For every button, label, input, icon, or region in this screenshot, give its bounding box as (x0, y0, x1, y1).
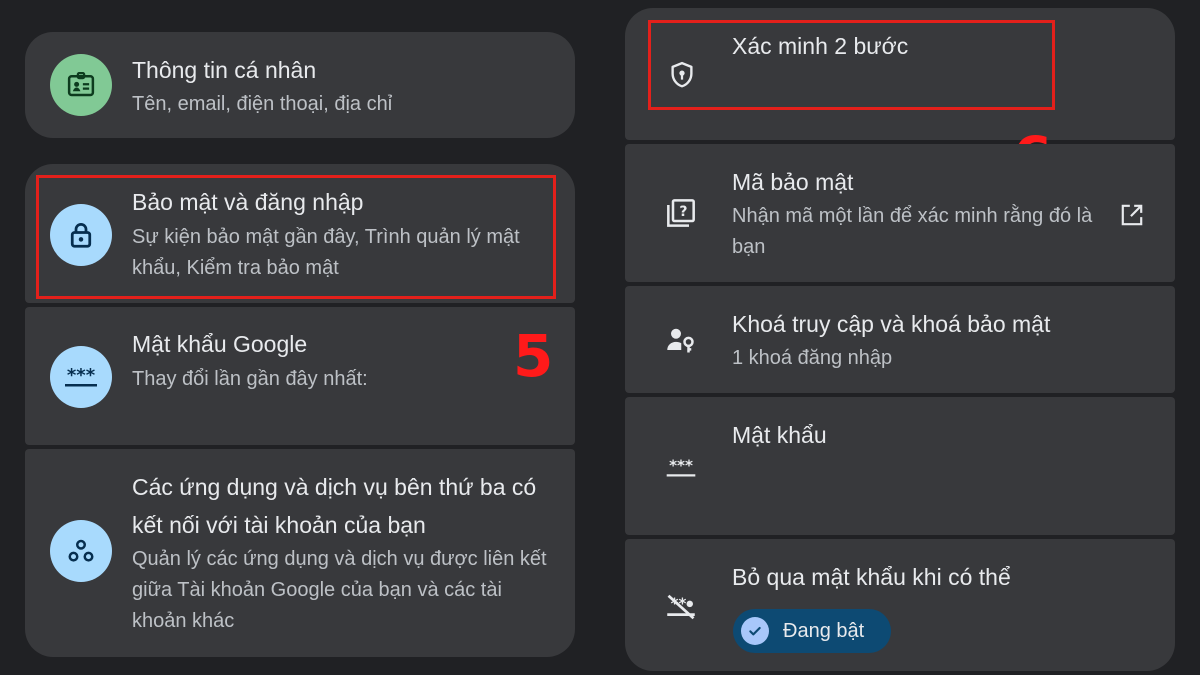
skip-password-icon-wrap: ** (664, 590, 698, 624)
svg-text:***: *** (669, 457, 693, 475)
status-badge-label: Đang bật (783, 619, 865, 642)
personal-info-title: Thông tin cá nhân (132, 57, 317, 83)
google-password-icon-circle: *** (50, 346, 112, 408)
skip-password-card[interactable] (625, 539, 1175, 671)
passkeys-subtitle: 1 khoá đăng nhập (732, 347, 893, 369)
passkeys-icon-wrap (664, 323, 698, 357)
open-external-button[interactable] (1115, 198, 1149, 232)
security-code-subtitle: Nhận mã một lần để xác minh rằng đó là b… (732, 205, 1093, 258)
skip-password-icon: ** (667, 594, 695, 620)
security-signin-subtitle: Sự kiện bảo mật gần đây, Trình quản lý m… (132, 226, 520, 279)
password-dots-icon: *** (666, 457, 696, 477)
passkeys-card[interactable] (625, 286, 1175, 393)
password-card[interactable] (625, 397, 1175, 535)
id-card-icon (67, 72, 95, 97)
google-password-title: Mật khẩu Google (132, 331, 308, 357)
passkeys-title: Khoá truy cập và khoá bảo mật (732, 311, 1051, 337)
person-key-icon (667, 328, 694, 353)
google-password-subtitle: Thay đổi lần gần đây nhất: (132, 368, 368, 390)
two-step-title: Xác minh 2 bước (732, 33, 909, 59)
password-dots-icon: *** (65, 365, 97, 387)
two-step-icon-wrap (665, 58, 699, 92)
third-party-icon-circle (50, 520, 112, 582)
svg-text:?: ? (679, 204, 687, 220)
connected-apps-icon (68, 539, 94, 562)
status-badge-on: Đang bật (733, 609, 891, 653)
question-code-icon: ? (667, 199, 695, 227)
password-title: Mật khẩu (732, 422, 827, 448)
step-5-label: 5 (513, 322, 554, 390)
check-circle-icon (741, 617, 769, 645)
password-icon-wrap: *** (664, 451, 698, 485)
third-party-title: Các ứng dụng và dịch vụ bên thứ ba có kế… (132, 474, 537, 538)
personal-info-subtitle: Tên, email, điện thoại, địa chỉ (132, 93, 393, 115)
lock-icon (70, 223, 92, 248)
two-step-card[interactable] (625, 8, 1175, 140)
security-code-icon-wrap: ? (664, 196, 698, 230)
security-icon-circle (50, 204, 112, 266)
shield-keyhole-icon (671, 61, 693, 88)
skip-password-title: Bỏ qua mật khẩu khi có thể (732, 564, 1011, 590)
third-party-subtitle: Quản lý các ứng dụng và dịch vụ được liê… (132, 548, 547, 632)
open-external-icon (1121, 204, 1143, 226)
security-signin-title: Bảo mật và đăng nhập (132, 189, 364, 215)
security-code-title: Mã bảo mật (732, 169, 854, 195)
personal-info-icon-circle (50, 54, 112, 116)
svg-text:***: *** (67, 365, 96, 386)
